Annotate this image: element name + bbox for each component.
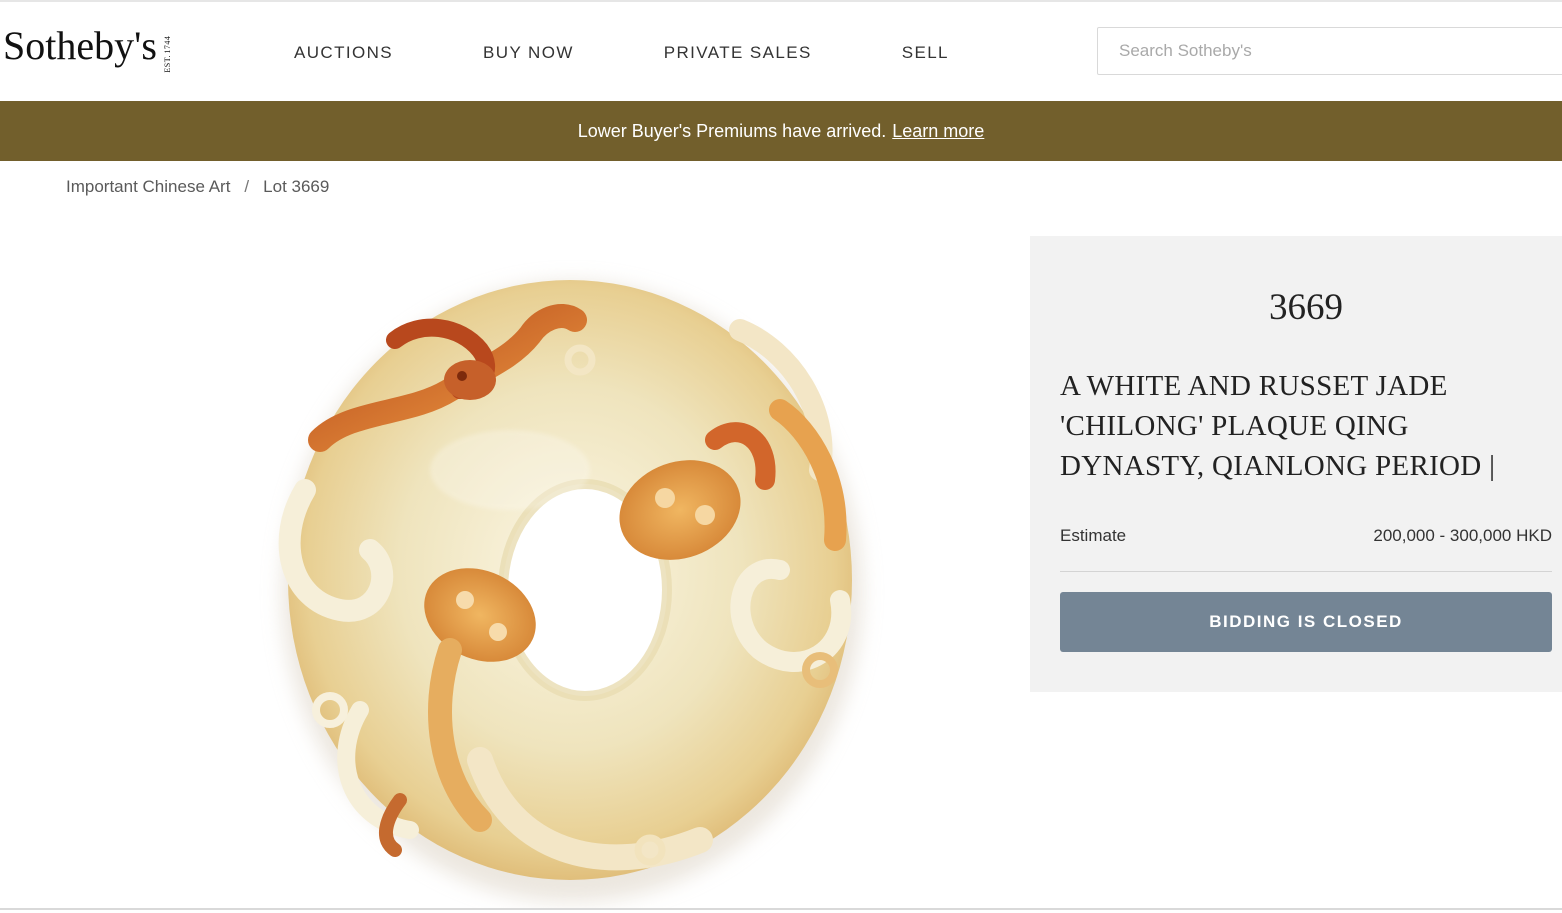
site-header: Sotheby's EST. 1744 AUCTIONS BUY NOW PRI… — [0, 2, 1562, 101]
bidding-closed-button[interactable]: BIDDING IS CLOSED — [1060, 592, 1552, 652]
page: Sotheby's EST. 1744 AUCTIONS BUY NOW PRI… — [0, 0, 1562, 913]
learn-more-link[interactable]: Learn more — [892, 121, 984, 142]
logo-established: EST. 1744 — [163, 36, 172, 73]
breadcrumb-auction-link[interactable]: Important Chinese Art — [66, 177, 230, 197]
estimate-divider — [1060, 571, 1552, 572]
breadcrumb-separator: / — [244, 177, 250, 196]
search-input[interactable] — [1119, 41, 1562, 61]
nav-auctions[interactable]: AUCTIONS — [294, 42, 393, 64]
nav-private-sales[interactable]: PRIVATE SALES — [664, 42, 812, 64]
main-nav: AUCTIONS BUY NOW PRIVATE SALES SELL — [294, 42, 949, 64]
promo-banner: Lower Buyer's Premiums have arrived. Lea… — [0, 101, 1562, 161]
lot-number: 3669 — [1269, 287, 1343, 328]
sothebys-logo[interactable]: Sotheby's EST. 1744 — [3, 24, 172, 73]
bottom-rule — [0, 908, 1562, 910]
lot-info-panel: 3669 A WHITE AND RUSSET JADE 'CHILONG' P… — [1030, 236, 1562, 692]
estimate-value: 200,000 - 300,000 HKD — [1373, 526, 1552, 545]
lot-image[interactable] — [180, 240, 960, 910]
logo-wordmark[interactable]: Sotheby's — [3, 24, 157, 68]
promo-banner-text: Lower Buyer's Premiums have arrived. — [577, 120, 887, 141]
logo-est-label: EST. — [162, 55, 172, 73]
nav-sell[interactable]: SELL — [902, 42, 949, 64]
estimate-label: Estimate — [1060, 526, 1127, 545]
nav-buy-now[interactable]: BUY NOW — [483, 42, 574, 64]
search-box — [1097, 27, 1562, 75]
breadcrumb: Important Chinese Art / Lot 3669 — [66, 177, 329, 197]
jade-plaque-image — [278, 280, 862, 902]
breadcrumb-lot-link[interactable]: Lot 3669 — [263, 177, 329, 197]
logo-est-year: 1744 — [162, 36, 172, 54]
lot-title: A WHITE AND RUSSET JADE 'CHILONG' PLAQUE… — [1060, 370, 1496, 482]
estimate-row: Estimate 200,000 - 300,000 HKD — [1060, 526, 1552, 546]
